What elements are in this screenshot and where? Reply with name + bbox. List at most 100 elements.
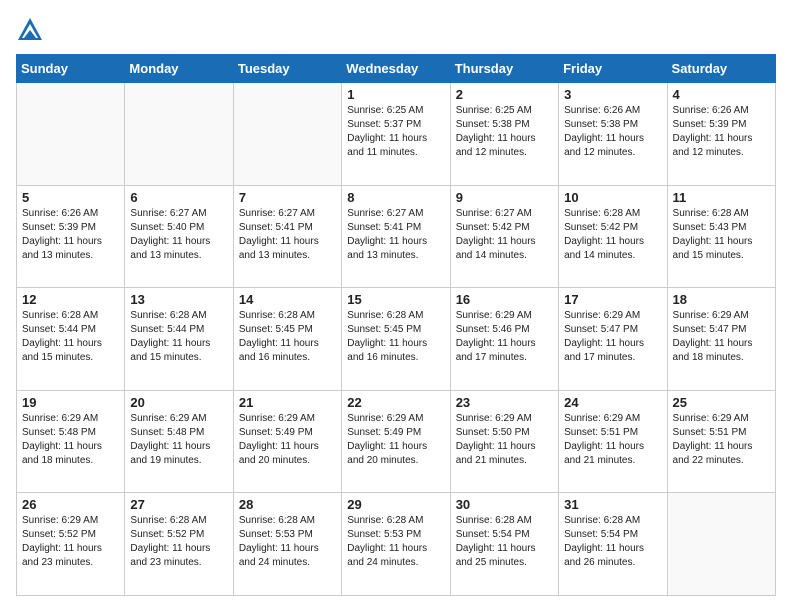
day-number: 20 xyxy=(130,395,227,410)
calendar-cell: 21 Sunrise: 6:29 AM Sunset: 5:49 PM Dayli… xyxy=(233,390,341,493)
day-number: 14 xyxy=(239,292,336,307)
day-info: Sunrise: 6:26 AM Sunset: 5:38 PM Dayligh… xyxy=(564,104,661,160)
calendar-cell: 27Sunrise: 6:28 AM Sunset: 5:52 PM Dayli… xyxy=(125,493,233,596)
day-info: Sunrise: 6:26 AM Sunset: 5:39 PM Dayligh… xyxy=(22,207,119,263)
calendar-cell: 9 Sunrise: 6:27 AM Sunset: 5:42 PM Daylig… xyxy=(450,185,558,288)
day-info: Sunrise: 6:27 AM Sunset: 5:41 PM Dayligh… xyxy=(347,207,444,263)
calendar-cell: 23Sunrise: 6:29 AM Sunset: 5:50 PM Dayli… xyxy=(450,390,558,493)
day-number: 12 xyxy=(22,292,119,307)
calendar-cell: 28 Sunrise: 6:28 AM Sunset: 5:53 PM Dayli… xyxy=(233,493,341,596)
col-header-monday: Monday xyxy=(125,55,233,83)
day-number: 10 xyxy=(564,190,661,205)
day-number: 22 xyxy=(347,395,444,410)
calendar-cell: 5 Sunrise: 6:26 AM Sunset: 5:39 PM Daylig… xyxy=(17,185,125,288)
calendar-header-row: SundayMondayTuesdayWednesdayThursdayFrid… xyxy=(17,55,776,83)
day-number: 29 xyxy=(347,497,444,512)
col-header-friday: Friday xyxy=(559,55,667,83)
calendar-cell: 26 Sunrise: 6:29 AM Sunset: 5:52 PM Dayli… xyxy=(17,493,125,596)
calendar-week-3: 12 Sunrise: 6:28 AM Sunset: 5:44 PM Dayli… xyxy=(17,288,776,391)
day-info: Sunrise: 6:28 AM Sunset: 5:53 PM Dayligh… xyxy=(347,514,444,570)
day-number: 17 xyxy=(564,292,661,307)
day-number: 11 xyxy=(673,190,770,205)
calendar-cell: 22 Sunrise: 6:29 AM Sunset: 5:49 PM Dayli… xyxy=(342,390,450,493)
day-number: 5 xyxy=(22,190,119,205)
day-info: Sunrise: 6:28 AM Sunset: 5:44 PM Dayligh… xyxy=(130,309,227,365)
calendar-cell: 12 Sunrise: 6:28 AM Sunset: 5:44 PM Dayli… xyxy=(17,288,125,391)
calendar-week-5: 26 Sunrise: 6:29 AM Sunset: 5:52 PM Dayli… xyxy=(17,493,776,596)
day-number: 8 xyxy=(347,190,444,205)
calendar-cell: 13 Sunrise: 6:28 AM Sunset: 5:44 PM Dayli… xyxy=(125,288,233,391)
day-number: 1 xyxy=(347,87,444,102)
day-number: 28 xyxy=(239,497,336,512)
day-info: Sunrise: 6:28 AM Sunset: 5:45 PM Dayligh… xyxy=(239,309,336,365)
day-number: 30 xyxy=(456,497,553,512)
day-info: Sunrise: 6:28 AM Sunset: 5:52 PM Dayligh… xyxy=(130,514,227,570)
day-info: Sunrise: 6:25 AM Sunset: 5:38 PM Dayligh… xyxy=(456,104,553,160)
calendar-cell: 24Sunrise: 6:29 AM Sunset: 5:51 PM Dayli… xyxy=(559,390,667,493)
day-info: Sunrise: 6:28 AM Sunset: 5:42 PM Dayligh… xyxy=(564,207,661,263)
calendar-cell: 15Sunrise: 6:28 AM Sunset: 5:45 PM Dayli… xyxy=(342,288,450,391)
day-number: 3 xyxy=(564,87,661,102)
day-info: Sunrise: 6:28 AM Sunset: 5:54 PM Dayligh… xyxy=(456,514,553,570)
logo xyxy=(16,16,48,44)
calendar-week-4: 19 Sunrise: 6:29 AM Sunset: 5:48 PM Dayli… xyxy=(17,390,776,493)
col-header-wednesday: Wednesday xyxy=(342,55,450,83)
day-info: Sunrise: 6:29 AM Sunset: 5:46 PM Dayligh… xyxy=(456,309,553,365)
calendar-cell xyxy=(667,493,775,596)
day-info: Sunrise: 6:29 AM Sunset: 5:49 PM Dayligh… xyxy=(347,412,444,468)
day-info: Sunrise: 6:25 AM Sunset: 5:37 PM Dayligh… xyxy=(347,104,444,160)
calendar-cell: 19 Sunrise: 6:29 AM Sunset: 5:48 PM Dayli… xyxy=(17,390,125,493)
day-info: Sunrise: 6:29 AM Sunset: 5:52 PM Dayligh… xyxy=(22,514,119,570)
calendar-cell xyxy=(233,83,341,186)
calendar-cell: 17 Sunrise: 6:29 AM Sunset: 5:47 PM Dayli… xyxy=(559,288,667,391)
day-number: 21 xyxy=(239,395,336,410)
calendar-cell: 7 Sunrise: 6:27 AM Sunset: 5:41 PM Daylig… xyxy=(233,185,341,288)
calendar-cell: 3 Sunrise: 6:26 AM Sunset: 5:38 PM Daylig… xyxy=(559,83,667,186)
calendar-cell xyxy=(125,83,233,186)
col-header-sunday: Sunday xyxy=(17,55,125,83)
day-info: Sunrise: 6:28 AM Sunset: 5:53 PM Dayligh… xyxy=(239,514,336,570)
day-number: 26 xyxy=(22,497,119,512)
day-number: 7 xyxy=(239,190,336,205)
calendar-week-2: 5 Sunrise: 6:26 AM Sunset: 5:39 PM Daylig… xyxy=(17,185,776,288)
day-info: Sunrise: 6:26 AM Sunset: 5:39 PM Dayligh… xyxy=(673,104,770,160)
day-info: Sunrise: 6:28 AM Sunset: 5:45 PM Dayligh… xyxy=(347,309,444,365)
day-info: Sunrise: 6:28 AM Sunset: 5:44 PM Dayligh… xyxy=(22,309,119,365)
calendar-cell: 10 Sunrise: 6:28 AM Sunset: 5:42 PM Dayli… xyxy=(559,185,667,288)
calendar-cell: 30 Sunrise: 6:28 AM Sunset: 5:54 PM Dayli… xyxy=(450,493,558,596)
day-number: 25 xyxy=(673,395,770,410)
calendar-cell: 11 Sunrise: 6:28 AM Sunset: 5:43 PM Dayli… xyxy=(667,185,775,288)
day-info: Sunrise: 6:27 AM Sunset: 5:40 PM Dayligh… xyxy=(130,207,227,263)
day-number: 2 xyxy=(456,87,553,102)
day-info: Sunrise: 6:27 AM Sunset: 5:42 PM Dayligh… xyxy=(456,207,553,263)
col-header-thursday: Thursday xyxy=(450,55,558,83)
day-info: Sunrise: 6:29 AM Sunset: 5:48 PM Dayligh… xyxy=(22,412,119,468)
calendar-table: SundayMondayTuesdayWednesdayThursdayFrid… xyxy=(16,54,776,596)
day-number: 9 xyxy=(456,190,553,205)
day-info: Sunrise: 6:28 AM Sunset: 5:43 PM Dayligh… xyxy=(673,207,770,263)
calendar-cell: 16 Sunrise: 6:29 AM Sunset: 5:46 PM Dayli… xyxy=(450,288,558,391)
day-info: Sunrise: 6:28 AM Sunset: 5:54 PM Dayligh… xyxy=(564,514,661,570)
day-info: Sunrise: 6:27 AM Sunset: 5:41 PM Dayligh… xyxy=(239,207,336,263)
day-info: Sunrise: 6:29 AM Sunset: 5:49 PM Dayligh… xyxy=(239,412,336,468)
day-info: Sunrise: 6:29 AM Sunset: 5:51 PM Dayligh… xyxy=(673,412,770,468)
day-number: 16 xyxy=(456,292,553,307)
logo-icon xyxy=(16,16,44,44)
day-info: Sunrise: 6:29 AM Sunset: 5:47 PM Dayligh… xyxy=(673,309,770,365)
calendar-cell: 31Sunrise: 6:28 AM Sunset: 5:54 PM Dayli… xyxy=(559,493,667,596)
header xyxy=(16,16,776,44)
calendar-cell: 8 Sunrise: 6:27 AM Sunset: 5:41 PM Daylig… xyxy=(342,185,450,288)
page: SundayMondayTuesdayWednesdayThursdayFrid… xyxy=(0,0,792,612)
day-info: Sunrise: 6:29 AM Sunset: 5:51 PM Dayligh… xyxy=(564,412,661,468)
calendar-cell: 2 Sunrise: 6:25 AM Sunset: 5:38 PM Daylig… xyxy=(450,83,558,186)
calendar-cell xyxy=(17,83,125,186)
day-info: Sunrise: 6:29 AM Sunset: 5:47 PM Dayligh… xyxy=(564,309,661,365)
day-number: 13 xyxy=(130,292,227,307)
day-number: 19 xyxy=(22,395,119,410)
calendar-cell: 18 Sunrise: 6:29 AM Sunset: 5:47 PM Dayli… xyxy=(667,288,775,391)
calendar-cell: 20Sunrise: 6:29 AM Sunset: 5:48 PM Dayli… xyxy=(125,390,233,493)
day-number: 18 xyxy=(673,292,770,307)
calendar-cell: 14 Sunrise: 6:28 AM Sunset: 5:45 PM Dayli… xyxy=(233,288,341,391)
calendar-cell: 1 Sunrise: 6:25 AM Sunset: 5:37 PM Daylig… xyxy=(342,83,450,186)
col-header-saturday: Saturday xyxy=(667,55,775,83)
